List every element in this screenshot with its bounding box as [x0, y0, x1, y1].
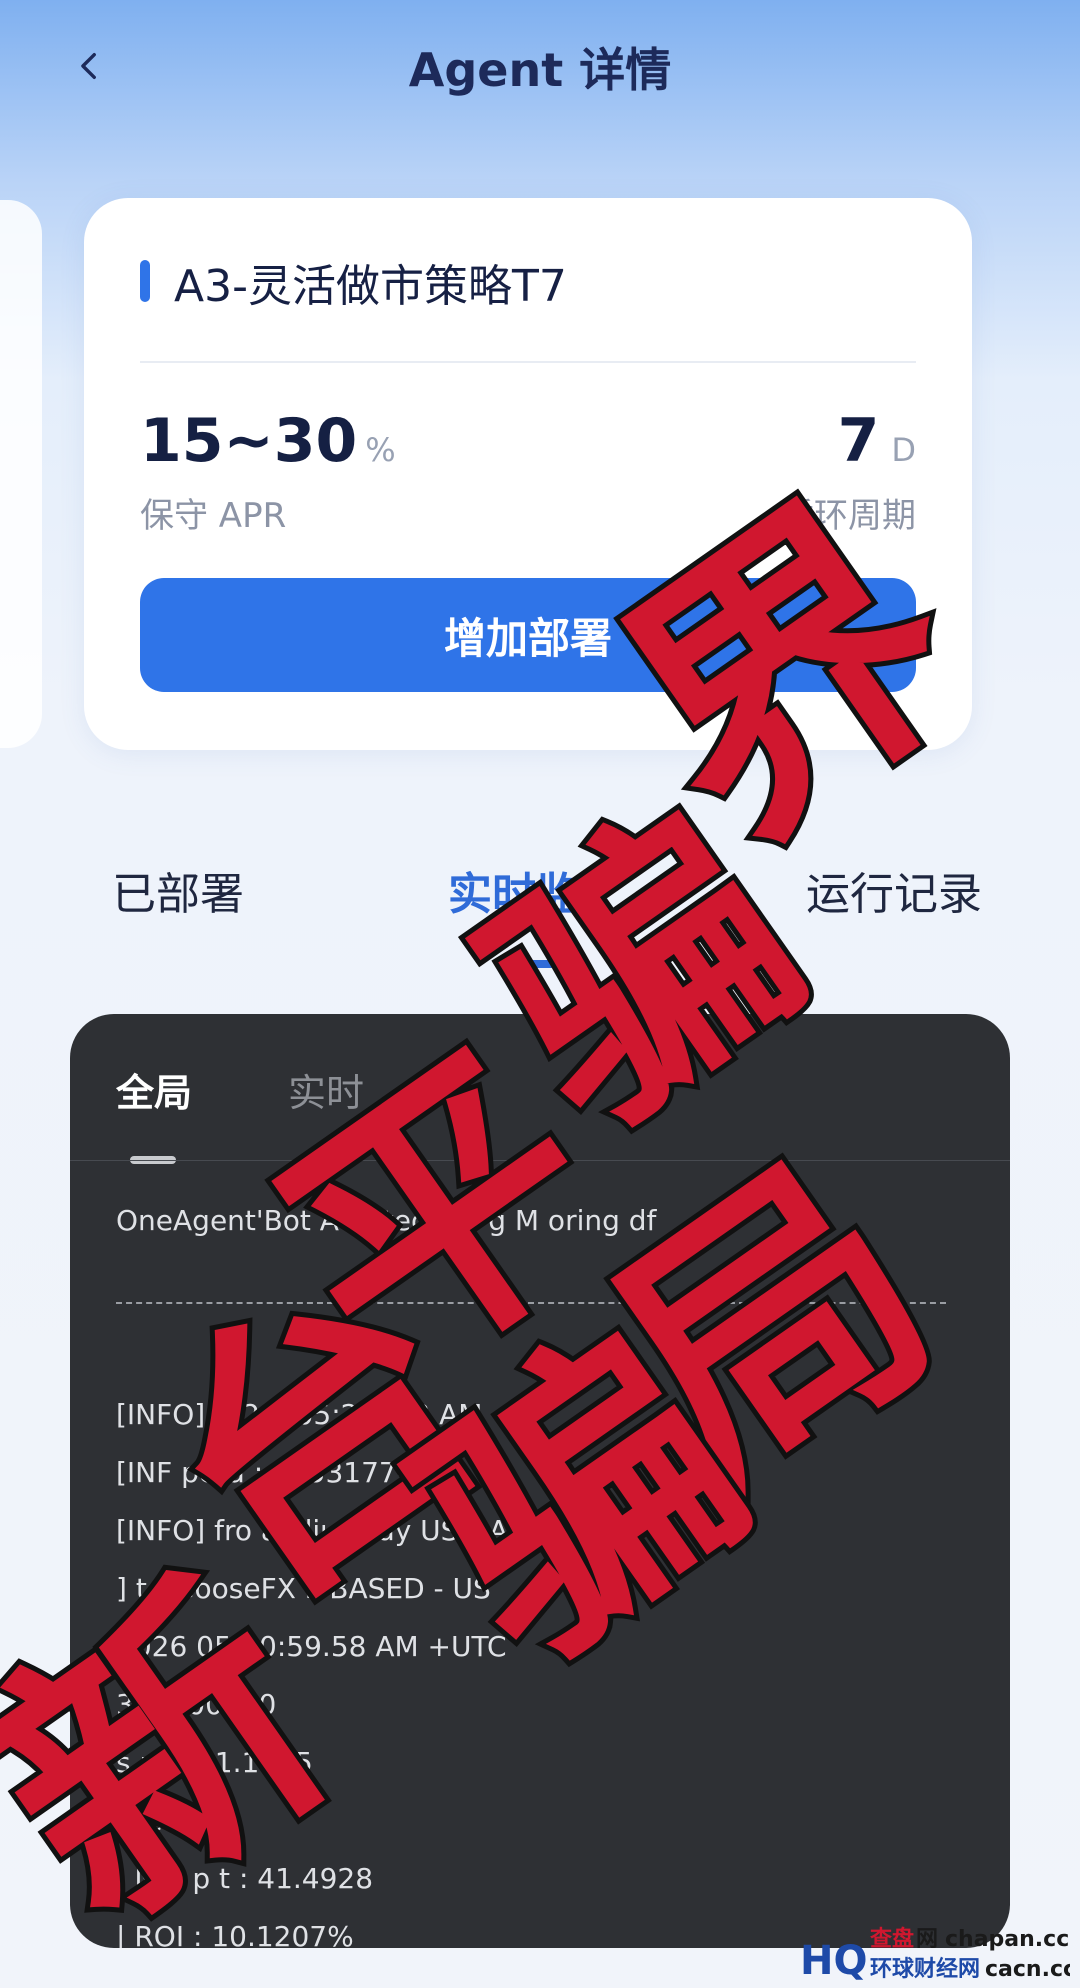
tab-deployed[interactable]: 已部署	[112, 858, 244, 922]
log-line: [INFO] A 2 5 05:20:5 3 AM + C	[116, 1398, 544, 1431]
log-line: s rit : 51.1695	[116, 1746, 313, 1779]
logo-line2-a: 环球财经网	[870, 1956, 980, 1982]
add-deployment-button[interactable]: 增加部署	[140, 578, 916, 692]
logo-line2-b: cacn.cc	[985, 1957, 1070, 1982]
logo-line1-c: chapan.cc	[945, 1927, 1069, 1952]
logo-line1-b: 网	[916, 1927, 938, 1952]
agent-name: A3-灵活做市策略T7	[174, 261, 567, 312]
cycle-label: 循环周期	[780, 496, 916, 536]
log-dashed-divider	[116, 1302, 946, 1304]
monitor-console-panel: 全局 实时 OneAgent'Bot Au ated Tra g M oring…	[70, 1014, 1010, 1948]
previous-card-peek[interactable]	[0, 200, 42, 748]
log-line: [INF pera : 1953177-32	[116, 1456, 443, 1489]
log-header: OneAgent'Bot Au ated Tra g M oring df	[116, 1204, 657, 1237]
agent-card: A3-灵活做市策略T7 15~30% 保守 APR 7D 循环周期 增加部署	[84, 198, 972, 750]
panel-divider	[70, 1160, 1010, 1161]
cycle-number: 7	[837, 406, 880, 476]
active-tab-indicator	[516, 960, 576, 968]
site-logo: HQ 查盘 网 chapan.cc 环球财经网 cacn.cc	[800, 1926, 1070, 1982]
apr-value: 15~30%	[140, 406, 396, 476]
cycle-unit: D	[891, 431, 916, 469]
page-title: Agent 详情	[408, 43, 672, 97]
card-accent-bar	[140, 260, 150, 302]
log-line: 2026 05:20:59.58 AM +UTC	[116, 1630, 507, 1663]
cycle-value: 7D	[838, 406, 916, 476]
tab-run-records[interactable]: 运行记录	[806, 858, 982, 922]
logo-badge: HQ	[800, 1938, 867, 1982]
subtab-realtime[interactable]: 实时	[288, 1062, 364, 1117]
apr-unit: %	[365, 431, 396, 469]
card-divider	[140, 361, 916, 363]
subtab-global[interactable]: 全局	[116, 1062, 192, 1117]
logo-line1-a: 查盘	[870, 1926, 914, 1952]
log-line: 304500000	[116, 1688, 277, 1721]
tab-realtime-monitor[interactable]: 实时监	[448, 858, 580, 922]
log-line: [INFO] fro aydiu (Buy USD A D(	[116, 1514, 550, 1547]
log-line: | re 0083	[116, 1804, 243, 1837]
apr-number: 15~30	[140, 406, 358, 476]
log-line: ] to GooseFX ll BASED - US	[116, 1572, 491, 1605]
log-line: | ROI : 10.1207%	[116, 1920, 354, 1948]
log-line: | Net p t : 41.4928	[116, 1862, 374, 1895]
apr-label: 保守 APR	[140, 496, 287, 536]
